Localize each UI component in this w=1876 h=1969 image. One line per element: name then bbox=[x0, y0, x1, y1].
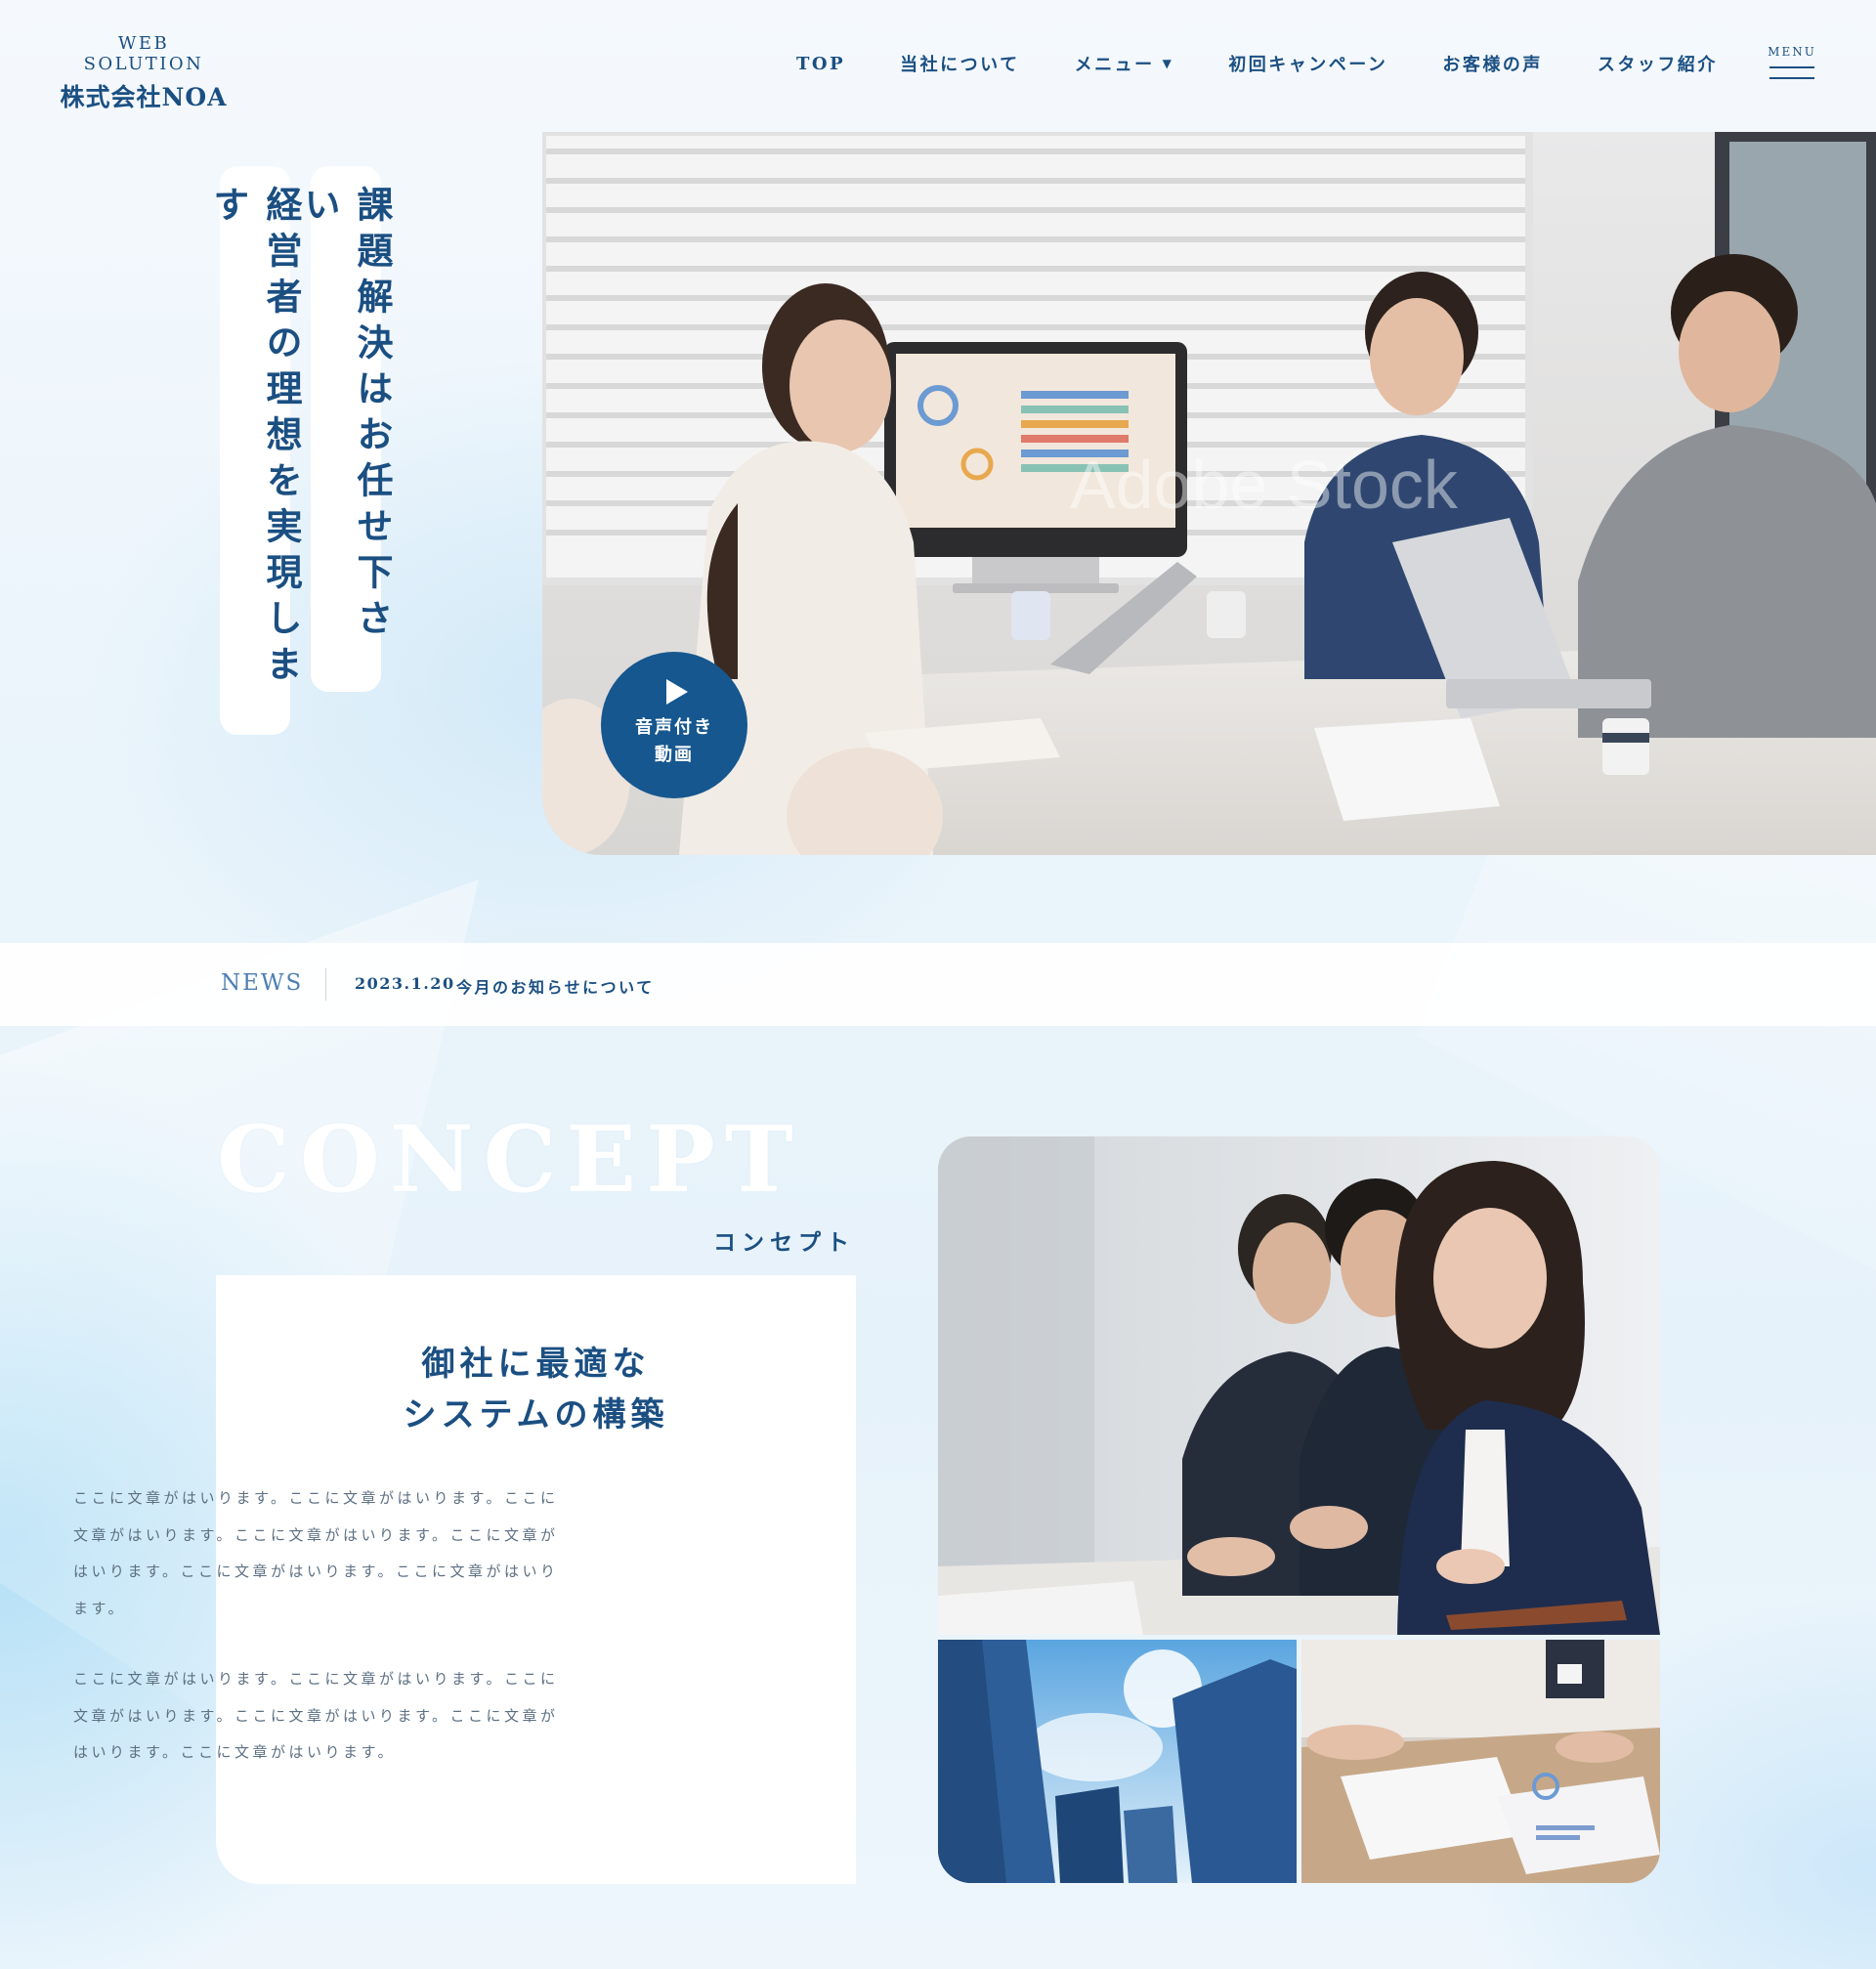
concept-paragraph: ここに文章がはいります。ここに文章がはいります。ここに文章がはいります。ここに文… bbox=[73, 1670, 559, 1761]
video-play-button[interactable]: 音声付き 動画 bbox=[601, 652, 747, 798]
nav-item-voice[interactable]: お客様の声 bbox=[1442, 51, 1543, 76]
brand-logo[interactable]: WEB SOLUTION 株式会社NOA bbox=[56, 33, 232, 113]
news-link[interactable]: 今月のお知らせについて bbox=[456, 974, 655, 998]
nav-item-campaign[interactable]: 初回キャンペーン bbox=[1228, 51, 1387, 76]
nav-item-label: お客様の声 bbox=[1442, 55, 1543, 75]
nav-item-about[interactable]: 当社について bbox=[900, 51, 1019, 76]
concept-paragraph: ここに文章がはいります。ここに文章がはいります。ここに文章がはいります。ここに文… bbox=[73, 1489, 559, 1617]
hamburger-icon bbox=[1769, 66, 1814, 68]
concept-photo-gallery bbox=[938, 1136, 1660, 1883]
concept-title-en: CONCEPT bbox=[217, 1106, 803, 1214]
concept-photo-documents bbox=[1301, 1640, 1660, 1883]
hamburger-icon bbox=[1769, 77, 1814, 79]
news-date: 2023.1.20 bbox=[355, 974, 455, 993]
hamburger-menu-button[interactable]: MENU bbox=[1765, 45, 1819, 79]
concept-photo-buildings bbox=[938, 1640, 1297, 1883]
brand-subtitle: WEB SOLUTION bbox=[83, 33, 204, 74]
play-icon bbox=[666, 679, 688, 705]
news-bar: NEWS 2023.1.20 今月のお知らせについて bbox=[0, 943, 1876, 1026]
nav-item-label: 当社について bbox=[900, 55, 1020, 75]
site-header: WEB SOLUTION 株式会社NOA TOP 当社について メニュー ▼ 初回… bbox=[0, 0, 1876, 127]
play-label-line: 動画 bbox=[655, 745, 694, 765]
global-nav: TOP 当社について メニュー ▼ 初回キャンペーン お客様の声 スタッフ紹介 bbox=[796, 51, 1718, 76]
brand-name: 株式会社NOA bbox=[60, 83, 228, 111]
concept-title-ja: コンセプト bbox=[713, 1229, 855, 1256]
news-divider bbox=[325, 968, 326, 1001]
nav-item-top[interactable]: TOP bbox=[796, 51, 845, 76]
news-label: NEWS bbox=[221, 970, 304, 996]
nav-item-menu[interactable]: メニュー ▼ bbox=[1075, 51, 1174, 76]
concept-heading: 御社に最適な システムの構築 bbox=[216, 1339, 856, 1440]
hero-catchcopy-primary: 課題解決はお任せ下さい bbox=[298, 166, 394, 692]
play-button-label: 音声付き 動画 bbox=[601, 714, 747, 769]
concept-heading-line: 御社に最適な bbox=[421, 1345, 651, 1384]
nav-item-label: TOP bbox=[796, 53, 846, 74]
nav-item-label: 初回キャンペーン bbox=[1228, 55, 1388, 75]
play-label-line: 音声付き bbox=[635, 717, 713, 738]
concept-heading-line: システムの構築 bbox=[403, 1395, 669, 1434]
concept-photo-meeting bbox=[938, 1136, 1660, 1635]
nav-item-label: メニュー bbox=[1074, 55, 1155, 75]
nav-item-staff[interactable]: スタッフ紹介 bbox=[1598, 51, 1718, 76]
hero-watermark: Adobe Stock bbox=[1070, 447, 1459, 523]
menu-label: MENU bbox=[1768, 45, 1816, 59]
nav-item-label: スタッフ紹介 bbox=[1597, 55, 1718, 75]
caret-down-icon: ▼ bbox=[1162, 57, 1174, 70]
hero-catchcopy-secondary: 経営者の理想を実現します bbox=[207, 166, 303, 735]
